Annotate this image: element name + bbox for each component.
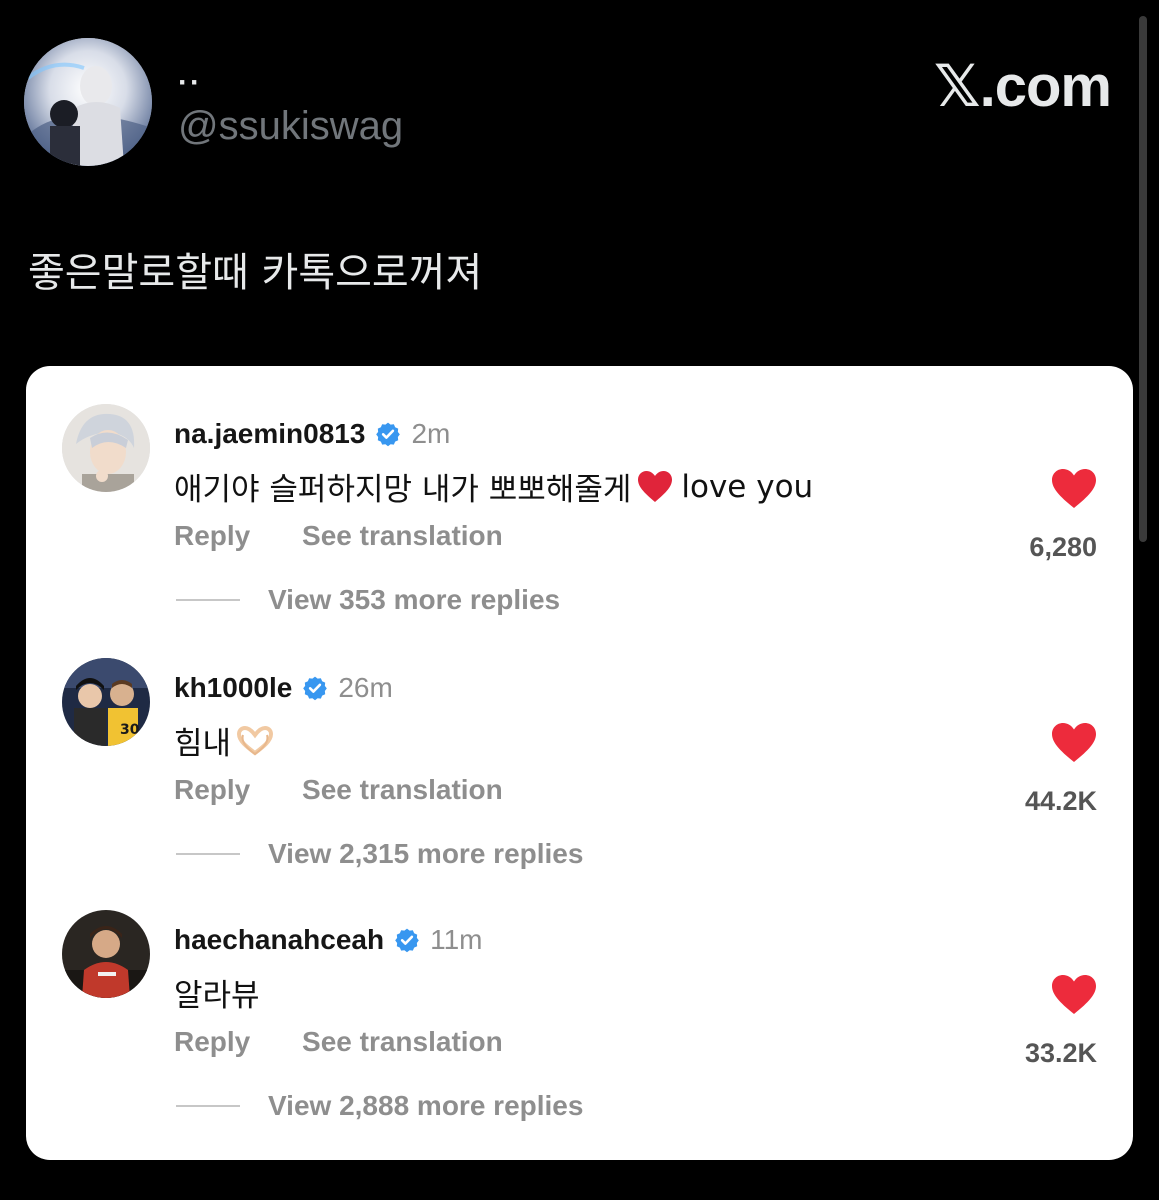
like-count: 6,280	[1029, 532, 1097, 562]
scrollbar[interactable]	[1139, 16, 1147, 542]
comment-item: na.jaemin0813 2m 애기야 슬퍼하지망 내가 뽀뽀해줄게 love…	[26, 366, 1133, 615]
comment-text: 힘내	[174, 718, 275, 763]
comment-text-body: 애기야 슬퍼하지망 내가 뽀뽀해줄게	[174, 472, 632, 508]
x-logo: 𝕏.com	[933, 54, 1112, 119]
tweet-text: 좋은말로할때 카톡으로꺼져	[28, 250, 483, 296]
comment-header: haechanahceah 11m	[174, 924, 483, 956]
comment-item: haechanahceah 11m 알라뷰 Reply See translat…	[26, 872, 1133, 1121]
reply-button[interactable]: Reply	[174, 774, 250, 805]
view-more-replies[interactable]: View 353 more replies	[176, 584, 560, 616]
commenter-username[interactable]: haechanahceah	[174, 924, 384, 956]
commenter-username[interactable]: na.jaemin0813	[174, 418, 365, 450]
user-handle[interactable]: @ssukiswag	[178, 104, 403, 149]
comment-text-body: 알라뷰	[174, 978, 260, 1014]
divider-line	[176, 1105, 240, 1107]
comment-text: 애기야 슬퍼하지망 내가 뽀뽀해줄게 love you	[174, 464, 813, 509]
display-name[interactable]: ··	[178, 66, 202, 100]
profile-avatar-image	[24, 38, 152, 166]
comment-actions: Reply See translation	[174, 1026, 547, 1058]
commenter-avatar[interactable]	[62, 910, 150, 998]
comment-time: 11m	[430, 924, 483, 955]
red-heart-emoji-icon	[638, 470, 673, 502]
comment-actions: Reply See translation	[174, 774, 547, 806]
view-more-replies-label: View 2,888 more replies	[268, 1090, 584, 1121]
view-more-replies[interactable]: View 2,888 more replies	[176, 1090, 583, 1122]
commenter-avatar[interactable]	[62, 404, 150, 492]
divider-line	[176, 599, 240, 601]
commenter-avatar[interactable]: 30	[62, 658, 150, 746]
see-translation-button[interactable]: See translation	[302, 774, 503, 805]
comment-text: 알라뷰	[174, 970, 260, 1015]
profile-avatar[interactable]	[24, 38, 152, 166]
comment-header: kh1000le 26m	[174, 672, 393, 704]
like-count: 33.2K	[1024, 1038, 1097, 1068]
reply-button[interactable]: Reply	[174, 1026, 250, 1057]
divider-line	[176, 853, 240, 855]
comment-item: 30 kh1000le 26m 힘내 Reply See translation…	[26, 620, 1133, 869]
comment-time: 2m	[411, 418, 451, 449]
verified-badge-icon	[303, 676, 328, 701]
comments-screenshot-card: na.jaemin0813 2m 애기야 슬퍼하지망 내가 뽀뽀해줄게 love…	[26, 366, 1133, 1160]
verified-badge-icon	[376, 422, 401, 447]
verified-badge-icon	[395, 928, 419, 953]
svg-text:30: 30	[120, 722, 140, 738]
commenter-username[interactable]: kh1000le	[174, 672, 292, 704]
see-translation-button[interactable]: See translation	[302, 520, 503, 551]
view-more-replies-label: View 2,315 more replies	[268, 838, 584, 869]
heart-like-icon[interactable]	[1051, 468, 1097, 510]
comment-time: 26m	[338, 672, 393, 703]
view-more-replies-label: View 353 more replies	[268, 584, 561, 615]
like-count: 44.2K	[1024, 786, 1097, 816]
heart-like-icon[interactable]	[1051, 722, 1097, 764]
comment-actions: Reply See translation	[174, 520, 547, 552]
heart-hands-emoji-icon	[237, 725, 274, 756]
see-translation-button[interactable]: See translation	[302, 1026, 503, 1057]
comment-text-suffix: love you	[681, 468, 814, 505]
view-more-replies[interactable]: View 2,315 more replies	[176, 838, 583, 870]
comment-text-body: 힘내	[174, 726, 232, 762]
heart-like-icon[interactable]	[1051, 974, 1097, 1016]
comment-header: na.jaemin0813 2m	[174, 418, 450, 450]
reply-button[interactable]: Reply	[174, 520, 250, 551]
